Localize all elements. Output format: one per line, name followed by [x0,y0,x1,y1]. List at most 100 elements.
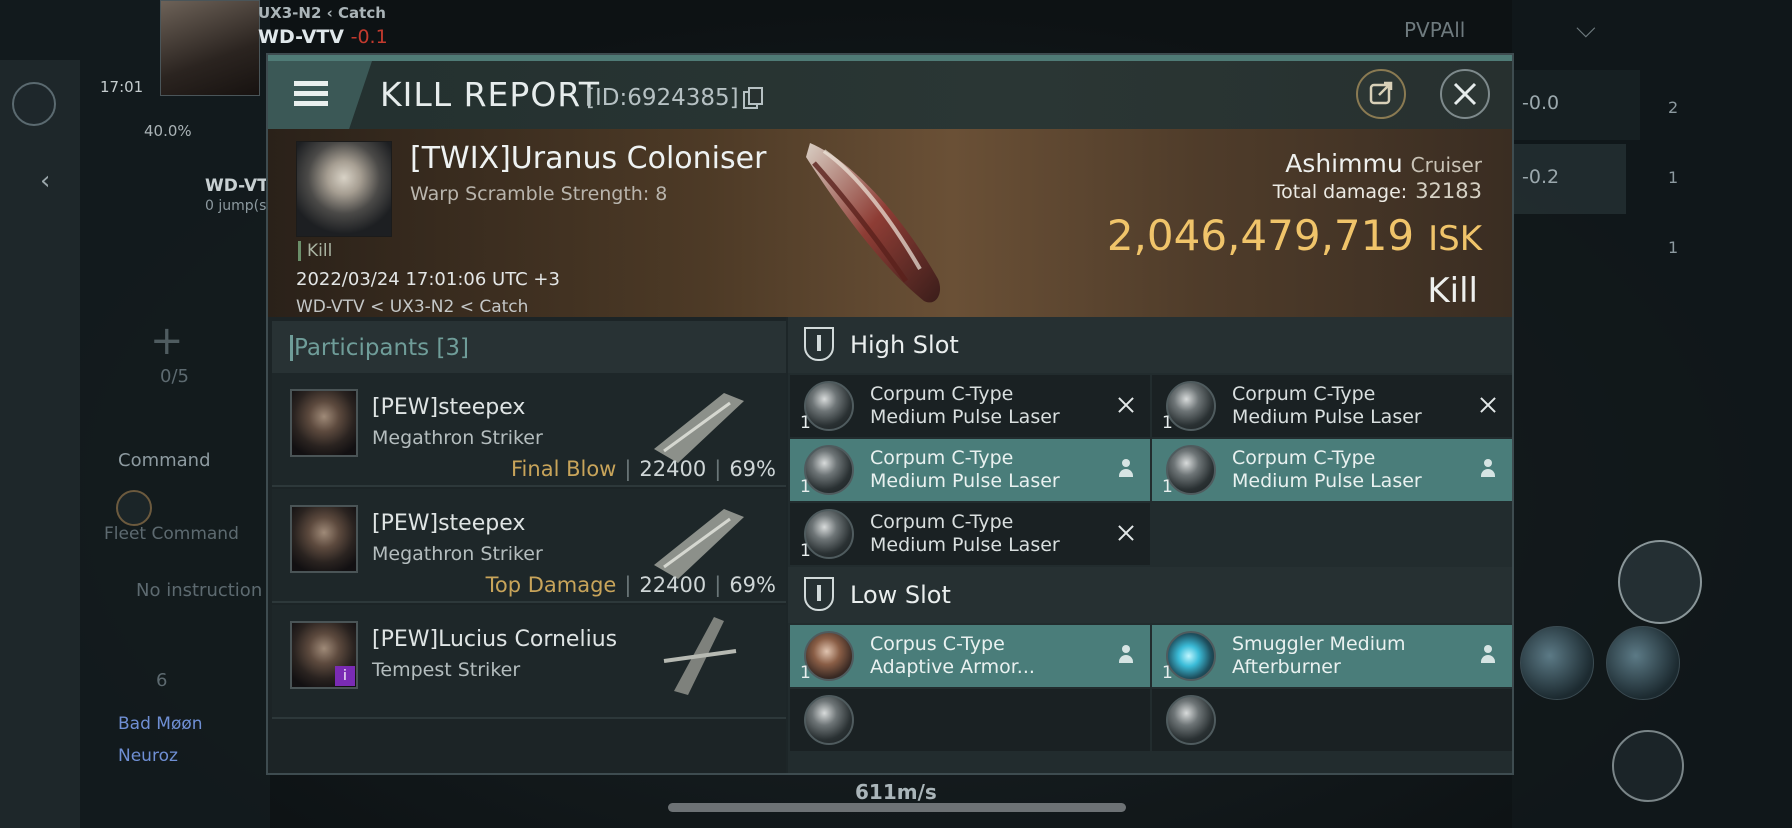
module-name-line1: Corpus C-Type [870,633,1005,655]
module-item[interactable]: 1 Corpum C-Type Medium Pulse Laser [1152,375,1512,437]
swap-icon[interactable] [1618,540,1702,624]
kill-report-dialog: KILL REPORT [ID:6924385] [TWIX]Uranus Co… [266,53,1514,775]
members-count: 6 [156,670,168,691]
kill-datetime: 2022/03/24 17:01:06 UTC +3 [296,269,560,290]
module-item[interactable]: 1 Corpum C-Type Medium Pulse Laser [1152,439,1512,501]
kill-location[interactable]: WD-VTV < UX3-N2 < Catch [296,297,528,317]
pulse-laser-icon [1166,381,1216,431]
chat-line-2: Neuroz [118,746,178,766]
participant-row[interactable]: i [PEW]Lucius Cornelius Tempest Striker [272,605,786,719]
top-damage-label: Top Damage [485,573,617,597]
participants-header: Participants [3] [272,321,786,373]
low-slot-title: Low Slot [850,581,951,609]
module-name: Corpus C-Type Adaptive Armor... [870,633,1035,679]
result-label: Kill [1427,271,1478,311]
participant-row[interactable]: [PEW]steepex Megathron Striker Final Blo… [272,373,786,487]
high-slot-icon [804,327,834,361]
copy-icon[interactable] [742,87,763,109]
fleet-command-icon[interactable] [116,490,152,526]
module-name-line2: Adaptive Armor... [870,656,1035,678]
victim-portrait[interactable] [296,141,392,237]
participant-ship: Megathron Striker [372,427,543,449]
close-button[interactable] [1440,69,1490,119]
destroyed-icon [1114,393,1138,417]
low-slot-header: Low Slot [788,567,1512,623]
overview-tab[interactable]: PVPAll [1404,18,1465,42]
module-name-line1: Smuggler Medium [1232,633,1406,655]
share-button[interactable] [1356,69,1406,119]
module-qty: 1 [800,541,811,561]
module-qty: 1 [800,663,811,683]
participants-panel: Participants [3] [PEW]steepex Megathron … [268,317,786,773]
home-indicator[interactable] [668,803,1126,812]
chat-line-1: Bad Møøn [118,714,203,734]
module-orb-1[interactable] [1520,626,1594,700]
pulse-laser-icon [804,509,854,559]
command-label[interactable]: Command [118,450,211,471]
ship-image [654,509,744,579]
victim-ship[interactable]: Ashimmu Cruiser [1285,149,1482,178]
module-item[interactable]: 1 Corpus C-Type Adaptive Armor... [790,625,1150,687]
module-item[interactable]: 1 Smuggler Medium Afterburner [1152,625,1512,687]
participant-ship: Tempest Striker [372,659,521,681]
isk-unit: ISK [1428,219,1482,259]
close-hud-icon[interactable] [12,82,56,126]
kill-id-text: [ID:6924385] [586,85,739,111]
fleet-count: 0/5 [160,366,189,387]
system-name[interactable]: WD-VTV -0.1 [258,26,388,48]
filter-icon[interactable]: ⌵ [1576,14,1596,45]
destroyed-icon [1476,393,1500,417]
pulse-laser-icon [1166,445,1216,495]
module-item[interactable]: 1 Corpum C-Type Medium Pulse Laser [790,503,1150,565]
clock: 17:01 [100,78,144,96]
module-name-line2: Medium Pulse Laser [870,470,1060,492]
system-name-text: WD-VTV [258,26,344,48]
participant-row[interactable]: [PEW]steepex Megathron Striker Top Damag… [272,489,786,603]
low-slot-icon [804,577,834,611]
total-damage-value: 32183 [1415,179,1482,203]
victim-name[interactable]: [TWIX]Uranus Coloniser [410,141,766,176]
afterburner-icon [1166,631,1216,681]
participant-damage: 22400 [639,457,707,481]
add-fleet-icon[interactable]: + [150,318,184,364]
pulse-laser-icon [804,381,854,431]
ship-image [663,617,737,695]
module-item[interactable]: 1 Corpum C-Type Medium Pulse Laser [790,439,1150,501]
participant-avatar[interactable]: i [290,621,358,689]
participant-avatar[interactable] [290,505,358,573]
isk-amount: 2,046,479,719 [1106,211,1415,260]
close-icon [1453,82,1477,106]
overview-row-2[interactable]: -0.2 [1500,144,1626,214]
dropped-person-icon [1476,643,1500,667]
dropped-person-icon [1114,643,1138,667]
module-orb-2[interactable] [1606,626,1680,700]
module-name-line2: Medium Pulse Laser [870,534,1060,556]
module-icon [1166,695,1216,745]
participant-stats: Final Blow | 22400 | 69% [511,457,776,481]
module-name-line2: Medium Pulse Laser [870,406,1060,428]
high-slot-title: High Slot [850,331,959,359]
warp-icon[interactable] [1612,730,1684,802]
kill-report-id[interactable]: [ID:6924385] [586,85,763,111]
participants-title: Participants [294,335,430,361]
participants-count: [3] [436,335,470,361]
participant-name: [PEW]steepex [372,511,526,536]
no-instruction-text: No instruction [136,580,263,601]
ship-image [654,393,744,463]
module-item[interactable]: 1 Corpum C-Type Medium Pulse Laser [790,375,1150,437]
player-avatar[interactable] [160,0,260,96]
module-icon [804,695,854,745]
participant-percent: 69% [729,573,776,597]
module-item-partial[interactable] [790,689,1150,751]
total-damage-label: Total damage: [1272,181,1408,203]
overview-row-1[interactable]: -0.0 [1500,70,1640,140]
participant-percent: 69% [729,457,776,481]
module-name: Corpum C-Type Medium Pulse Laser [870,511,1060,557]
collapse-chevron-icon[interactable]: ‹ [40,166,50,196]
ship-speed: 611m/s [855,780,937,804]
high-slot-header: High Slot [788,317,1512,373]
participant-avatar[interactable] [290,389,358,457]
game-screen: UX3-N2 ‹ Catch WD-VTV -0.1 17:01 40.0% ‹… [0,0,1792,828]
victim-ship-image[interactable] [788,129,988,317]
module-item-partial[interactable] [1152,689,1512,751]
